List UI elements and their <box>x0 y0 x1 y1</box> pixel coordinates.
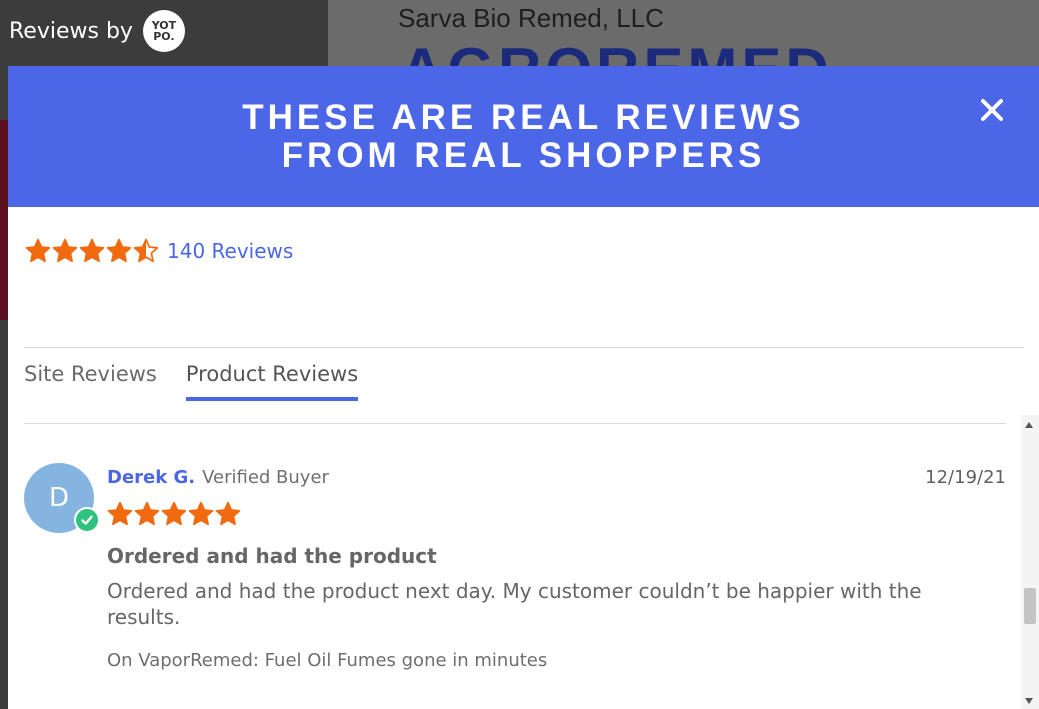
verified-buyer-label: Verified Buyer <box>202 467 329 488</box>
check-icon <box>81 515 93 525</box>
rating-summary: 140 Reviews <box>25 238 293 264</box>
background-image-strip <box>0 120 8 320</box>
reviewer-name: Derek G. <box>107 467 196 488</box>
review-header: Derek G. Verified Buyer <box>107 467 329 488</box>
background-company-name: Sarva Bio Remed, LLC <box>398 3 664 33</box>
review-count-link[interactable]: 140 Reviews <box>167 239 293 263</box>
review-body: Ordered and had the product next day. My… <box>107 579 922 629</box>
close-button[interactable] <box>979 97 1005 123</box>
star-full-icon <box>106 238 132 263</box>
review-date: 12/19/21 <box>925 467 1006 488</box>
modal-title: THESE ARE REAL REVIEWS FROM REAL SHOPPER… <box>174 97 874 175</box>
divider <box>24 347 1024 348</box>
scroll-up-arrow-icon[interactable] <box>1025 422 1033 428</box>
yotpo-logo: YOT PO. <box>142 10 185 52</box>
scroll-down-arrow-icon[interactable] <box>1025 698 1033 704</box>
close-icon <box>981 99 1003 121</box>
avatar-initial: D <box>48 483 70 513</box>
star-full-icon <box>215 501 241 526</box>
background-brand-name: AGROREMED <box>400 40 833 66</box>
modal-header: THESE ARE REAL REVIEWS FROM REAL SHOPPER… <box>8 66 1039 207</box>
star-full-icon <box>107 501 133 526</box>
tab-site-reviews[interactable]: Site Reviews <box>24 362 157 401</box>
star-full-icon <box>52 238 78 263</box>
divider <box>24 423 1006 424</box>
star-full-icon <box>161 501 187 526</box>
modal-title-line2: FROM REAL SHOPPERS <box>281 135 766 175</box>
star-full-icon <box>25 238 51 263</box>
review-tabs: Site Reviews Product Reviews <box>24 362 359 401</box>
star-full-icon <box>79 238 105 263</box>
reviews-by-badge[interactable]: Reviews by YOT PO. <box>9 10 185 52</box>
scrollbar[interactable] <box>1021 415 1039 709</box>
reviews-by-label: Reviews by <box>9 18 133 44</box>
modal-title-line1: THESE ARE REAL REVIEWS <box>242 97 805 137</box>
reviews-modal: THESE ARE REAL REVIEWS FROM REAL SHOPPER… <box>8 66 1039 709</box>
summary-stars <box>25 238 159 264</box>
review-stars <box>107 501 241 527</box>
star-full-icon <box>134 501 160 526</box>
star-half-icon <box>133 238 159 263</box>
review-product-link[interactable]: On VaporRemed: Fuel Oil Fumes gone in mi… <box>107 650 547 671</box>
review-title: Ordered and had the product <box>107 544 437 568</box>
star-full-icon <box>188 501 214 526</box>
verified-check-icon <box>74 507 100 533</box>
scrollbar-thumb[interactable] <box>1024 588 1036 624</box>
tab-product-reviews[interactable]: Product Reviews <box>185 362 359 401</box>
